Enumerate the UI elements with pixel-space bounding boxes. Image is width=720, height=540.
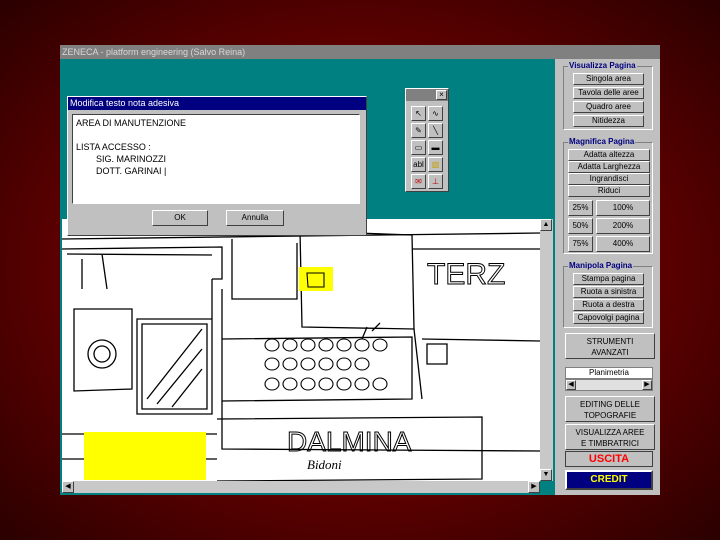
fit-height-button[interactable]: Adatta altezza <box>568 149 650 161</box>
edit-note-dialog: Modifica testo nota adesiva AREA DI MANU… <box>67 96 367 236</box>
zoom-75-button[interactable]: 75% <box>568 236 593 252</box>
vertical-scrollbar[interactable]: ▲ ▼ <box>540 219 553 481</box>
main-window: ZENECA - platform engineering (Salvo Rei… <box>60 45 660 495</box>
planimetria-left-arrow-icon[interactable]: ◀ <box>566 380 576 390</box>
area-table-button[interactable]: Tavola delle aree <box>573 87 644 99</box>
manipulate-page-group: Manipola Pagina Stampa pagina Ruota a si… <box>563 261 653 328</box>
rectangle-tool-icon[interactable]: ▭ <box>411 140 426 155</box>
text-tool-icon[interactable]: abl <box>411 157 426 172</box>
dialog-title: Modifica testo nota adesiva <box>68 97 366 110</box>
zoom-400-button[interactable]: 400% <box>596 236 650 252</box>
line-tool-icon[interactable]: ╲ <box>428 123 443 138</box>
zoom-200-button[interactable]: 200% <box>596 218 650 234</box>
sticky-note-tool-icon[interactable]: ▧ <box>428 157 443 172</box>
control-panel: Visualizza Pagina Singola area Tavola de… <box>555 59 660 495</box>
fit-width-button[interactable]: Adatta Larghezza <box>568 161 650 173</box>
toolbox-titlebar[interactable]: × <box>406 89 448 101</box>
rotate-right-button[interactable]: Ruota a destra <box>573 299 644 311</box>
highlight-area-large <box>84 432 206 480</box>
pointer-tool-icon[interactable]: ↖ <box>411 106 426 121</box>
scroll-right-arrow-icon[interactable]: ▶ <box>528 481 540 493</box>
drawing-label-terz: TERZ <box>427 258 505 291</box>
zoom-in-button[interactable]: Ingrandisci <box>568 173 650 185</box>
view-page-title: Visualizza Pagina <box>568 61 637 70</box>
drawing-toolbox: × ↖ ∿ ✎ ╲ ▭ ▬ abl ▧ ✉ ⊥ <box>405 88 449 192</box>
zoom-50-button[interactable]: 50% <box>568 218 593 234</box>
view-areas-timeclocks-button[interactable]: VISUALIZZA AREE E TIMBRATRICI <box>565 424 655 450</box>
toolbox-close-button[interactable]: × <box>436 90 447 100</box>
zoom-out-button[interactable]: Riduci <box>568 185 650 197</box>
planimetria-scrollbar[interactable]: ◀ ▶ <box>565 379 653 391</box>
note-text-area[interactable]: AREA DI MANUTENZIONE LISTA ACCESSO : SIG… <box>72 114 360 204</box>
floorplan-sketch: TERZ DALMINA Bidoni <box>62 230 540 481</box>
ok-button[interactable]: OK <box>152 210 208 226</box>
cancel-button[interactable]: Annulla <box>226 210 284 226</box>
scroll-down-arrow-icon[interactable]: ▼ <box>540 469 552 481</box>
manipulate-page-title: Manipola Pagina <box>568 261 634 270</box>
zoom-25-button[interactable]: 25% <box>568 200 593 216</box>
attach-tool-icon[interactable]: ✉ <box>411 174 426 189</box>
single-area-button[interactable]: Singola area <box>573 73 644 85</box>
credit-button[interactable]: CREDIT <box>565 470 653 490</box>
planimetria-right-arrow-icon[interactable]: ▶ <box>642 380 652 390</box>
scroll-left-arrow-icon[interactable]: ◀ <box>62 481 74 493</box>
edit-topographies-button[interactable]: EDITING DELLE TOPOGRAFIE <box>565 396 655 422</box>
filled-rectangle-tool-icon[interactable]: ▬ <box>428 140 443 155</box>
stamp-tool-icon[interactable]: ⊥ <box>428 174 443 189</box>
zoom-100-button[interactable]: 100% <box>596 200 650 216</box>
view-page-group: Visualizza Pagina Singola area Tavola de… <box>563 61 653 130</box>
sharpness-button[interactable]: Nitidezza <box>573 115 644 127</box>
magnify-page-group: Magnifica Pagina Adatta altezza Adatta L… <box>563 137 653 254</box>
magnify-page-title: Magnifica Pagina <box>568 137 636 146</box>
exit-button[interactable]: USCITA <box>565 451 653 467</box>
flip-page-button[interactable]: Capovolgi pagina <box>573 312 644 324</box>
areas-overview-button[interactable]: Quadro aree <box>573 101 644 113</box>
window-title: ZENECA - platform engineering (Salvo Rei… <box>60 45 660 59</box>
rotate-left-button[interactable]: Ruota a sinistra <box>573 286 644 298</box>
drawing-label-dalmina: DALMINA <box>287 426 412 457</box>
highlighter-tool-icon[interactable]: ✎ <box>411 123 426 138</box>
planimetria-field[interactable]: Planimetria <box>565 367 653 379</box>
drawing-label-bidoni: Bidoni <box>307 457 342 472</box>
horizontal-scrollbar[interactable]: ◀ ▶ <box>62 481 540 493</box>
advanced-tools-button[interactable]: STRUMENTI AVANZATI <box>565 333 655 359</box>
freehand-tool-icon[interactable]: ∿ <box>428 106 443 121</box>
floorplan-drawing[interactable]: TERZ DALMINA Bidoni <box>62 219 540 481</box>
print-page-button[interactable]: Stampa pagina <box>573 273 644 285</box>
scroll-up-arrow-icon[interactable]: ▲ <box>540 219 552 231</box>
workspace: TERZ DALMINA Bidoni ▲ ▼ ◀ ▶ × ↖ ∿ ✎ ╲ ▭ … <box>60 59 555 495</box>
